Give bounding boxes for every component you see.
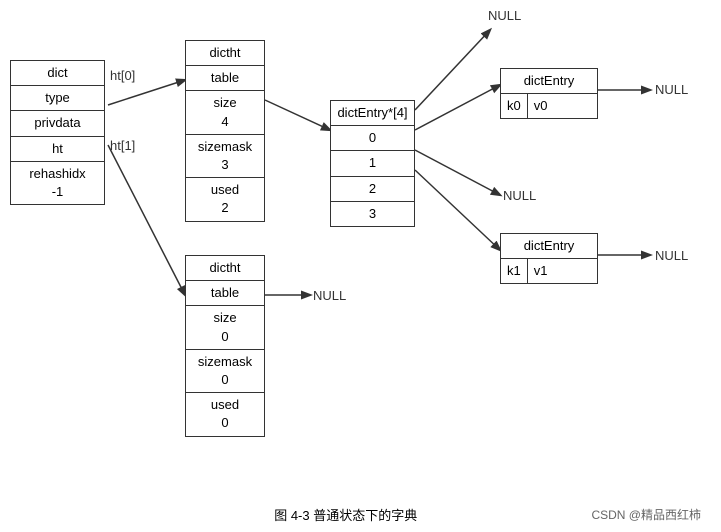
ht1-label: ht[1] bbox=[110, 138, 135, 153]
dict-entry-array-box: dictEntry*[4] 0 1 2 3 bbox=[330, 100, 415, 227]
dictht-bottom-label: dictht bbox=[186, 256, 264, 281]
dict-entry-top-kv: k0 v0 bbox=[501, 94, 597, 118]
dict-type: type bbox=[11, 86, 104, 111]
dict-entry-top-box: dictEntry k0 v0 bbox=[500, 68, 598, 119]
watermark: CSDN @精品西红柿 bbox=[591, 506, 701, 523]
null-dictht-bottom: NULL bbox=[313, 288, 346, 303]
dictht-top-table: table bbox=[186, 66, 264, 91]
dict-entry-array-header: dictEntry*[4] bbox=[331, 101, 414, 126]
dict-label: dict bbox=[11, 61, 104, 86]
dict-entry-array-3: 3 bbox=[331, 202, 414, 226]
null-middle: NULL bbox=[503, 188, 536, 203]
dictht-top-sizemask: sizemask3 bbox=[186, 135, 264, 178]
dictht-bottom-sizemask: sizemask0 bbox=[186, 350, 264, 393]
dictht-top-used: used2 bbox=[186, 178, 264, 220]
dictht-bottom-used: used0 bbox=[186, 393, 264, 435]
dict-entry-bottom-box: dictEntry k1 v1 bbox=[500, 233, 598, 284]
diagram-container: dict type privdata ht rehashidx-1 ht[0] … bbox=[0, 0, 721, 500]
dict-box: dict type privdata ht rehashidx-1 bbox=[10, 60, 105, 205]
dictht-bottom-table: table bbox=[186, 281, 264, 306]
dict-privdata: privdata bbox=[11, 111, 104, 136]
diagram-title: 图 4-3 普通状态下的字典 bbox=[100, 505, 591, 524]
footer: 图 4-3 普通状态下的字典 CSDN @精品西红柿 bbox=[0, 505, 721, 524]
dict-entry-bottom-k: k1 bbox=[501, 259, 528, 283]
dict-entry-top-k: k0 bbox=[501, 94, 528, 118]
null-entry-top: NULL bbox=[655, 82, 688, 97]
dictht-top-size: size4 bbox=[186, 91, 264, 134]
dictht-bottom-box: dictht table size0 sizemask0 used0 bbox=[185, 255, 265, 437]
dict-rehashidx: rehashidx-1 bbox=[11, 162, 104, 204]
dict-entry-top-v: v0 bbox=[528, 94, 554, 118]
dict-entry-bottom-v: v1 bbox=[528, 259, 554, 283]
dictht-top-box: dictht table size4 sizemask3 used2 bbox=[185, 40, 265, 222]
dictht-bottom-size: size0 bbox=[186, 306, 264, 349]
null-entry-bottom: NULL bbox=[655, 248, 688, 263]
arrows-svg bbox=[0, 0, 721, 500]
dictht-top-label: dictht bbox=[186, 41, 264, 66]
null-top: NULL bbox=[488, 8, 521, 23]
dict-entry-bottom-label: dictEntry bbox=[501, 234, 597, 259]
dict-entry-top-label: dictEntry bbox=[501, 69, 597, 94]
ht0-label: ht[0] bbox=[110, 68, 135, 83]
dict-entry-array-2: 2 bbox=[331, 177, 414, 202]
dict-ht: ht bbox=[11, 137, 104, 162]
dict-entry-array-1: 1 bbox=[331, 151, 414, 176]
dict-entry-bottom-kv: k1 v1 bbox=[501, 259, 597, 283]
dict-entry-array-0: 0 bbox=[331, 126, 414, 151]
